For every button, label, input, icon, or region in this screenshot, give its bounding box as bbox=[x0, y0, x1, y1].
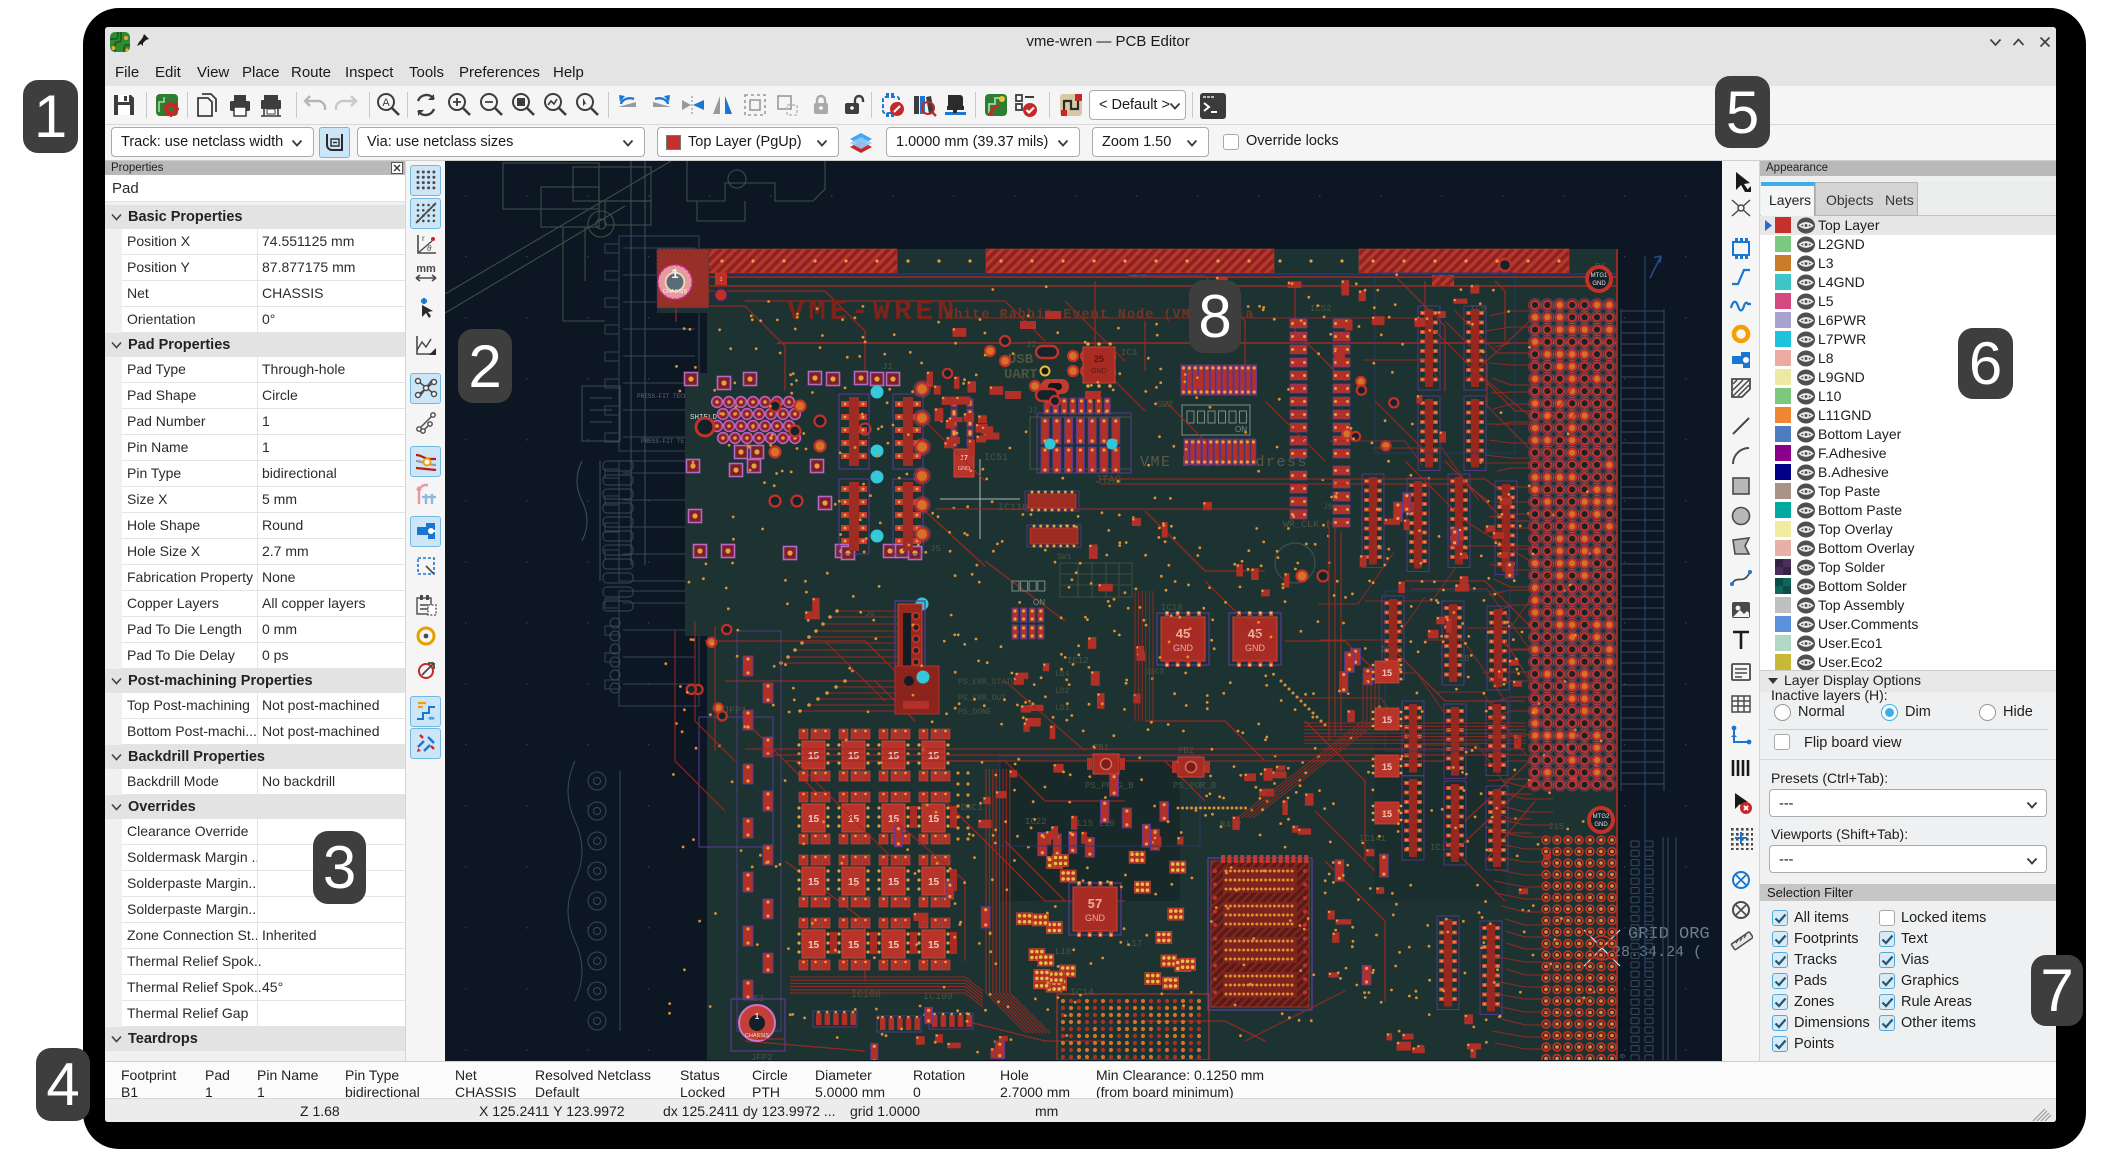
svg-text:15: 15 bbox=[1382, 762, 1392, 772]
svg-text:GND: GND bbox=[1091, 368, 1107, 375]
svg-text:15: 15 bbox=[928, 751, 940, 762]
svg-text:IC109: IC109 bbox=[923, 992, 953, 1003]
svg-text:45: 45 bbox=[1176, 626, 1190, 641]
svg-text:25: 25 bbox=[1094, 354, 1104, 364]
svg-text:J7: J7 bbox=[1028, 407, 1038, 416]
svg-text:15: 15 bbox=[848, 877, 860, 888]
svg-text:J1: J1 bbox=[882, 362, 893, 372]
svg-text:A: A bbox=[382, 97, 390, 109]
svg-text:15: 15 bbox=[808, 814, 820, 825]
svg-text:IC108: IC108 bbox=[851, 990, 881, 1001]
svg-text:PS_POR_B: PS_POR_B bbox=[1173, 781, 1217, 791]
svg-text:15: 15 bbox=[808, 877, 820, 888]
svg-text:15: 15 bbox=[888, 940, 900, 951]
svg-text:J2: J2 bbox=[1026, 340, 1037, 350]
svg-text:ON: ON bbox=[1033, 598, 1045, 607]
svg-text:JFP2: JFP2 bbox=[751, 1053, 773, 1060]
svg-text:15: 15 bbox=[848, 940, 860, 951]
svg-text:PS_DONE: PS_DONE bbox=[958, 708, 992, 717]
svg-text:VME-WREN: VME-WREN bbox=[787, 295, 958, 328]
svg-text:IC12: IC12 bbox=[1067, 656, 1089, 666]
svg-text:15: 15 bbox=[808, 940, 820, 951]
svg-text:J5: J5 bbox=[930, 544, 941, 554]
svg-text:L18: L18 bbox=[1055, 947, 1071, 957]
svg-text:USB: USB bbox=[1008, 352, 1034, 368]
svg-text:15: 15 bbox=[928, 940, 940, 951]
svg-text:LD1: LD1 bbox=[1055, 704, 1070, 713]
svg-text:PRESS-FIT TECHN: PRESS-FIT TECHN bbox=[637, 393, 691, 400]
svg-text:57: 57 bbox=[1088, 896, 1102, 911]
svg-text:IC22: IC22 bbox=[1025, 817, 1047, 827]
svg-text:15: 15 bbox=[1382, 668, 1392, 678]
svg-text:DSC1: DSC1 bbox=[961, 803, 983, 813]
svg-text:GND: GND bbox=[1173, 643, 1194, 653]
svg-text:θ: θ bbox=[427, 244, 432, 253]
svg-text:1: 1 bbox=[671, 266, 678, 281]
svg-text:15: 15 bbox=[928, 814, 940, 825]
svg-text:PRESS-FIT TE: PRESS-FIT TE bbox=[641, 438, 685, 445]
svg-text:J15: J15 bbox=[1548, 822, 1564, 832]
svg-text:IC3: IC3 bbox=[1121, 348, 1137, 358]
svg-text:15: 15 bbox=[808, 751, 820, 762]
svg-text:CHASSIS: CHASSIS bbox=[663, 289, 687, 295]
svg-text:15: 15 bbox=[928, 877, 940, 888]
svg-text:IC51: IC51 bbox=[984, 453, 1008, 464]
svg-text:15: 15 bbox=[888, 751, 900, 762]
svg-text:SW1: SW1 bbox=[1057, 553, 1072, 562]
svg-text:1: 1 bbox=[720, 277, 723, 283]
svg-text:LD2: LD2 bbox=[1055, 687, 1070, 696]
svg-text:J9: J9 bbox=[1323, 503, 1333, 512]
svg-text:OSC3: OSC3 bbox=[1145, 668, 1164, 677]
svg-text:MTG2: MTG2 bbox=[1593, 814, 1610, 820]
svg-text:r: r bbox=[422, 234, 425, 243]
svg-text:15: 15 bbox=[1382, 715, 1392, 725]
svg-text:GND: GND bbox=[1085, 913, 1106, 923]
svg-text:15: 15 bbox=[848, 751, 860, 762]
svg-text:MTG1: MTG1 bbox=[1591, 273, 1608, 279]
svg-text:1: 1 bbox=[755, 1012, 760, 1021]
svg-text:45: 45 bbox=[1248, 626, 1262, 641]
svg-text:ICS2: ICS2 bbox=[1310, 304, 1332, 314]
svg-text:mm: mm bbox=[416, 263, 436, 275]
svg-text:GRID ORG: GRID ORG bbox=[1628, 925, 1710, 944]
svg-text:LD4: LD4 bbox=[1055, 670, 1070, 679]
svg-text:GND: GND bbox=[1594, 822, 1608, 828]
svg-text:17: 17 bbox=[960, 455, 968, 462]
svg-text:GND: GND bbox=[1245, 643, 1266, 653]
svg-text:GND: GND bbox=[958, 466, 970, 472]
svg-text:GND: GND bbox=[1592, 281, 1606, 287]
svg-text:PS_ERR_OUT: PS_ERR_OUT bbox=[958, 694, 1006, 703]
svg-text:15: 15 bbox=[888, 877, 900, 888]
